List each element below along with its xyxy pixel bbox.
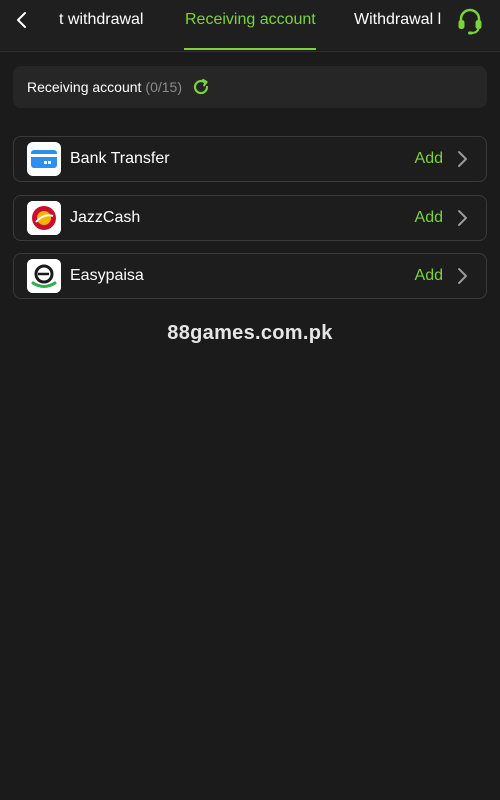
list-item-easypaisa[interactable]: Easypaisa Add [13, 253, 487, 299]
refresh-button[interactable] [191, 77, 211, 97]
tab-withdrawal-list[interactable]: Withdrawal l [354, 11, 442, 29]
method-label: Easypaisa [70, 267, 144, 284]
tab-receiving-account[interactable]: Receiving account [185, 11, 316, 29]
site-watermark: 88games.com.pk [167, 322, 333, 344]
method-label: Bank Transfer [70, 150, 170, 167]
refresh-icon [193, 78, 209, 95]
customer-support-button[interactable] [455, 6, 485, 36]
headset-icon [458, 8, 482, 35]
top-nav-bar: t withdrawal Receiving account Withdrawa… [0, 0, 500, 52]
method-label: JazzCash [70, 209, 141, 226]
jazzcash-logo [27, 201, 61, 235]
chevron-left-icon [17, 12, 26, 28]
chevron-right-icon [455, 267, 471, 285]
active-tab-indicator [184, 48, 316, 50]
add-bank-transfer-button[interactable]: Add [415, 150, 443, 168]
receiving-account-header: Receiving account (0/15) [13, 66, 487, 108]
bank-card-icon [27, 142, 61, 176]
account-count: (0/15) [145, 79, 182, 95]
header-title: Receiving account [27, 79, 142, 95]
easypaisa-logo [27, 259, 61, 293]
add-easypaisa-button[interactable]: Add [415, 267, 443, 285]
chevron-right-icon [455, 150, 471, 168]
back-button[interactable] [10, 8, 34, 32]
tab-strip: t withdrawal Receiving account Withdrawa… [0, 0, 500, 52]
add-jazzcash-button[interactable]: Add [415, 209, 443, 227]
list-item-bank-transfer[interactable]: Bank Transfer Add [13, 136, 487, 182]
chevron-right-icon [455, 209, 471, 227]
tab-account-withdrawal[interactable]: t withdrawal [59, 11, 143, 29]
list-item-jazzcash[interactable]: JazzCash Add [13, 195, 487, 241]
